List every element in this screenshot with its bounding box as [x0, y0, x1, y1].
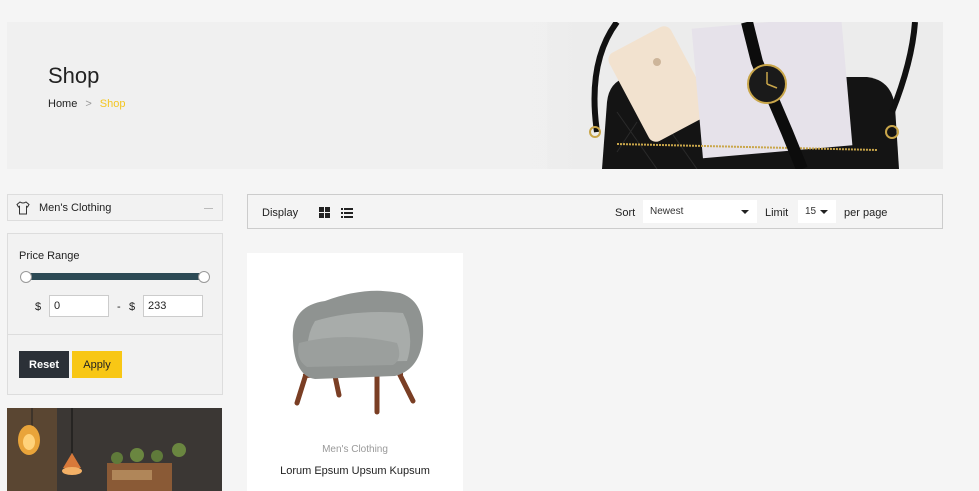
sort-select-value: Newest [650, 206, 684, 217]
price-slider-max-handle[interactable] [198, 271, 210, 283]
category-filter-header[interactable]: Men's Clothing [7, 194, 223, 221]
price-range-slider[interactable] [24, 273, 206, 280]
chevron-down-icon [741, 210, 749, 214]
product-name[interactable]: Lorum Epsum Upsum Kupsum [247, 465, 463, 477]
list-view-icon[interactable] [341, 207, 353, 218]
range-separator: - [117, 301, 121, 313]
banner-fade [7, 22, 943, 169]
breadcrumb-current: Shop [99, 98, 126, 110]
price-range-title: Price Range [19, 250, 80, 262]
product-category[interactable]: Men's Clothing [247, 444, 463, 455]
page-title: Shop [48, 63, 100, 88]
collapse-icon[interactable] [204, 208, 213, 209]
sidebar-promo-image[interactable] [7, 408, 222, 491]
category-filter-label: Men's Clothing [39, 201, 112, 214]
price-slider-min-handle[interactable] [20, 271, 32, 283]
sort-label: Sort [615, 207, 636, 219]
per-page-label: per page [844, 207, 888, 219]
apply-button[interactable]: Apply [72, 351, 122, 378]
currency-symbol-min: $ [35, 301, 42, 313]
shirt-icon [16, 200, 30, 214]
product-toolbar: Display Sort Newest Limit 15 per page [247, 194, 943, 229]
limit-select[interactable]: 15 [798, 200, 836, 223]
shop-banner: Shop Home > Shop [7, 22, 943, 169]
promo-lamps-image [7, 408, 222, 491]
product-image[interactable] [285, 281, 425, 416]
grid-view-icon[interactable] [319, 207, 330, 218]
breadcrumb: Home > Shop [48, 98, 125, 110]
min-price-input[interactable] [49, 295, 109, 317]
max-price-input[interactable] [143, 295, 203, 317]
limit-select-value: 15 [805, 206, 817, 217]
chevron-down-icon [820, 210, 828, 214]
breadcrumb-home-link[interactable]: Home [48, 98, 77, 110]
price-divider [8, 334, 222, 335]
product-card[interactable]: Men's Clothing Lorum Epsum Upsum Kupsum [247, 253, 463, 491]
currency-symbol-max: $ [129, 301, 136, 313]
sort-select[interactable]: Newest [643, 200, 757, 223]
display-label: Display [262, 207, 299, 219]
reset-button[interactable]: Reset [19, 351, 69, 378]
breadcrumb-separator: > [85, 98, 92, 110]
price-range-filter: Price Range $ - $ Reset Apply [7, 233, 223, 395]
limit-label: Limit [765, 207, 789, 219]
